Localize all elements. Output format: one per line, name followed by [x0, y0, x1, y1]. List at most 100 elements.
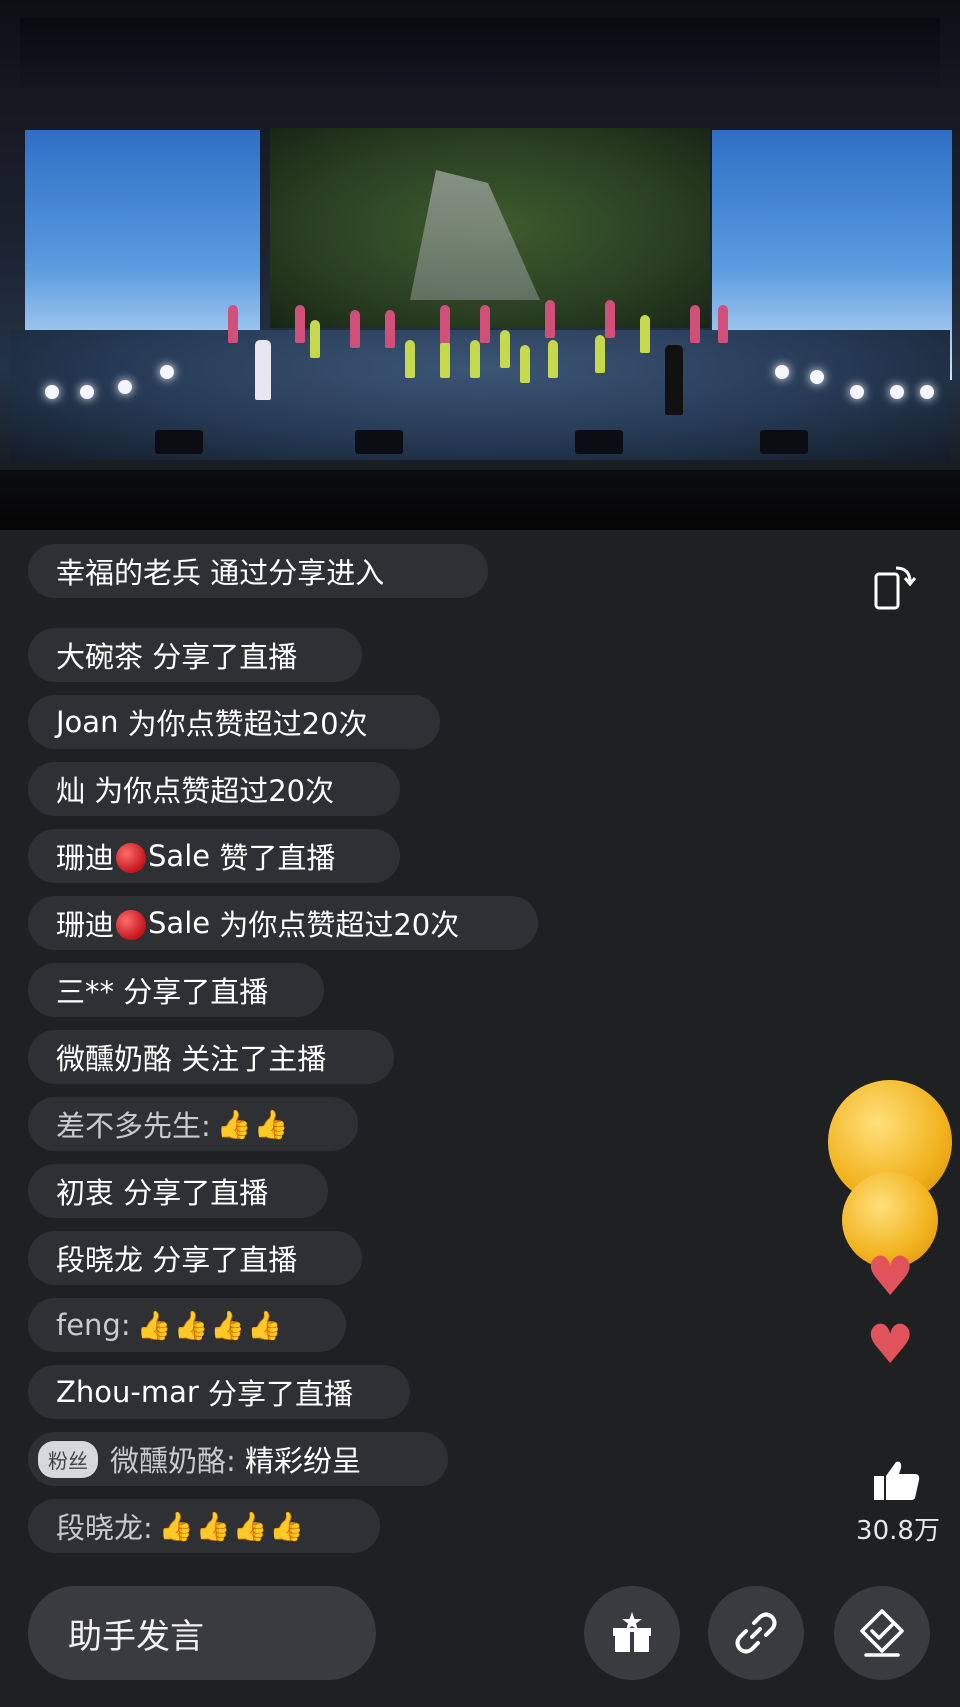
chat-user: 微醺奶酪 [56, 1042, 173, 1076]
apple-emoji-icon [116, 843, 147, 873]
chat-user: 大碗茶 [56, 640, 144, 674]
chat-message: 珊迪 Sale 赞了直播 [28, 829, 400, 883]
chat-user-suffix: Sale [148, 839, 211, 873]
chat-user: 初衷 [56, 1176, 115, 1210]
performer [228, 305, 238, 343]
chat-user: 珊迪 [56, 841, 115, 875]
chat-message: Joan 为你点赞超过20次 [28, 695, 440, 749]
audience-silhouette [0, 470, 960, 530]
heart-icon: ♥ [866, 1245, 915, 1308]
performer [385, 310, 395, 348]
gift-box-icon [613, 1612, 651, 1652]
thumbs-up-emoji: 👍👍👍👍 [158, 1509, 307, 1543]
performer [690, 305, 700, 343]
performer [605, 300, 615, 338]
chat-text: 为你点赞超过20次 [219, 908, 460, 942]
assistant-comment-input[interactable]: 助手发言 [28, 1586, 376, 1680]
chat-message: 大碗茶 分享了直播 [28, 628, 362, 682]
chat-text: 通过分享进入 [210, 556, 385, 590]
stage-banner [20, 18, 940, 88]
chat-text: 分享了直播 [152, 1243, 298, 1277]
performer [480, 305, 490, 343]
stage-light [775, 365, 789, 379]
chat-message: 差不多先生: 👍👍 [28, 1097, 358, 1151]
stage-light [850, 385, 864, 399]
stage-light [890, 385, 904, 399]
stage-light [45, 385, 59, 399]
performer [470, 340, 480, 378]
performer [405, 340, 415, 378]
heart-icon: ♥ [866, 1313, 915, 1376]
stage-light [160, 365, 174, 379]
rotate-screen-icon [874, 566, 917, 610]
chat-message: 段晓龙 分享了直播 [28, 1231, 362, 1285]
fan-badge: 粉丝 [38, 1440, 98, 1478]
performer [310, 320, 320, 358]
share-link-button[interactable] [708, 1586, 804, 1680]
clear-screen-icon [860, 1609, 904, 1657]
chat-text: 分享了直播 [123, 975, 269, 1009]
apple-emoji-icon [116, 910, 147, 940]
performer [350, 310, 360, 348]
performer [665, 345, 683, 415]
chat-message: 微醺奶酪 关注了主播 [28, 1030, 394, 1084]
chat-message: 初衷 分享了直播 [28, 1164, 328, 1218]
stage-speaker [155, 430, 203, 454]
like-button[interactable] [872, 1458, 922, 1502]
performer [295, 305, 305, 343]
stage-speaker [355, 430, 403, 454]
stage-light [810, 370, 824, 384]
chat-message: 珊迪 Sale 为你点赞超过20次 [28, 896, 538, 950]
chat-text: 为你点赞超过20次 [94, 774, 335, 808]
chat-text: 赞了直播 [219, 841, 336, 875]
performer [718, 305, 728, 343]
chat-text: 分享了直播 [123, 1176, 269, 1210]
chat-text: 为你点赞超过20次 [127, 707, 368, 741]
clear-screen-button[interactable] [834, 1586, 930, 1680]
chat-message: 三** 分享了直播 [28, 963, 324, 1017]
like-count: 30.8万 [856, 1516, 940, 1546]
chat-user-suffix: Sale [148, 906, 211, 940]
gift-button[interactable] [584, 1586, 680, 1680]
stage-light [80, 385, 94, 399]
chat-user: 幸福的老兵 [56, 556, 202, 590]
chat-message: 幸福的老兵 通过分享进入 [28, 544, 488, 598]
stage-speaker [760, 430, 808, 454]
thumbs-up-emoji: 👍👍 [216, 1107, 291, 1141]
chat-message: 灿 为你点赞超过20次 [28, 762, 400, 816]
performer [500, 330, 510, 368]
chat-user: 差不多先生: [56, 1109, 211, 1143]
chat-text: 分享了直播 [152, 640, 298, 674]
stage-speaker [575, 430, 623, 454]
chat-text: 精彩纷呈 [245, 1444, 362, 1478]
chat-user: Joan [56, 705, 119, 739]
performer [440, 305, 450, 343]
chat-message: Zhou-mar 分享了直播 [28, 1365, 410, 1419]
chat-user: 微醺奶酪: [110, 1444, 236, 1478]
chat-message: 粉丝 微醺奶酪: 精彩纷呈 [28, 1432, 448, 1486]
live-video[interactable] [0, 0, 960, 530]
performer [440, 340, 450, 378]
chat-user: feng: [56, 1308, 131, 1342]
thumbs-up-emoji: 👍👍👍👍 [136, 1308, 285, 1342]
performer [520, 345, 530, 383]
chat-text: 分享了直播 [208, 1377, 354, 1411]
chat-text: 关注了主播 [181, 1042, 327, 1076]
stage-light [920, 385, 934, 399]
chat-message: feng: 👍👍👍👍 [28, 1298, 346, 1352]
performer [255, 340, 271, 400]
performer [548, 340, 558, 378]
chat-user: 段晓龙: [56, 1511, 153, 1545]
chat-user: 段晓龙 [56, 1243, 144, 1277]
performer [595, 335, 605, 373]
performer [545, 300, 555, 338]
chat-message: 段晓龙: 👍👍👍👍 [28, 1499, 380, 1553]
chat-user: 珊迪 [56, 908, 115, 942]
stage-floor [10, 330, 950, 460]
link-icon [735, 1612, 777, 1654]
stage-light [118, 380, 132, 394]
performer [640, 315, 650, 353]
chat-user: 三** [56, 975, 115, 1009]
chat-user: Zhou-mar [56, 1375, 199, 1409]
rotate-screen-button[interactable] [866, 560, 922, 616]
